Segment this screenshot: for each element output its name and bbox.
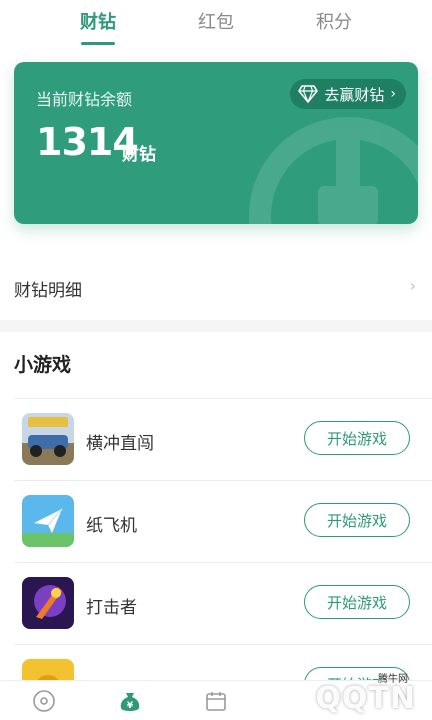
space-shooter-game-icon xyxy=(22,577,74,629)
game-name: 横冲直闯 xyxy=(86,434,154,454)
paper-plane-game-icon xyxy=(22,495,74,547)
money-bag-icon[interactable]: ¥ xyxy=(116,687,144,715)
card-watermark-icon xyxy=(249,117,418,224)
tab-caizuan[interactable]: 财钻 xyxy=(58,8,138,34)
svg-text:¥: ¥ xyxy=(127,701,134,711)
tab-jifen[interactable]: 积分 xyxy=(294,8,374,34)
bottom-navigation: ¥ xyxy=(0,680,432,720)
game-name: 打击者 xyxy=(86,598,137,618)
games-section-title: 小游戏 xyxy=(14,354,72,376)
balance-card: 当前财钻余额 1314 财钻 去赢财钻 › xyxy=(14,62,418,224)
top-tab-bar: 财钻 红包 积分 xyxy=(0,0,432,52)
chevron-right-icon: › xyxy=(390,86,396,102)
calendar-icon[interactable] xyxy=(202,687,230,715)
detail-row-label: 财钻明细 xyxy=(14,281,82,301)
game-row: 横冲直闯 开始游戏 xyxy=(0,399,432,481)
balance-unit: 财钻 xyxy=(122,145,156,165)
earn-button-label: 去赢财钻 xyxy=(324,85,385,104)
game-row: 打击者 开始游戏 xyxy=(0,563,432,645)
racing-car-game-icon xyxy=(22,413,74,465)
home-circle-icon[interactable] xyxy=(30,687,58,715)
start-game-button[interactable]: 开始游戏 xyxy=(304,503,410,537)
start-game-button[interactable]: 开始游戏 xyxy=(304,585,410,619)
section-divider xyxy=(0,320,432,332)
active-tab-indicator xyxy=(81,42,115,45)
game-name: 纸飞机 xyxy=(86,516,137,536)
chevron-right-icon: › xyxy=(409,276,416,295)
start-game-button[interactable]: 开始游戏 xyxy=(304,421,410,455)
earn-caizuan-button[interactable]: 去赢财钻 › xyxy=(290,79,406,109)
caizuan-detail-row[interactable]: 财钻明细 › xyxy=(0,256,432,314)
balance-label: 当前财钻余额 xyxy=(36,90,133,109)
tab-hongbao[interactable]: 红包 xyxy=(176,8,256,34)
game-row: 纸飞机 开始游戏 xyxy=(0,481,432,563)
diamond-icon xyxy=(298,85,319,103)
